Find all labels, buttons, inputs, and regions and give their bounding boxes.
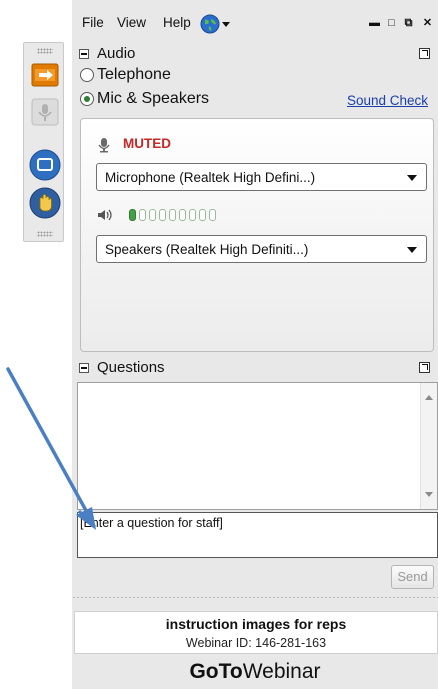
close-icon[interactable]: ✕ (421, 17, 434, 30)
speaker-icon (98, 209, 112, 221)
maximize-icon[interactable]: □ (385, 17, 398, 30)
webinar-id: Webinar ID: 146-281-163 (185, 636, 327, 650)
question-input[interactable]: [Enter a question for staff] (77, 512, 438, 558)
level-segment (149, 209, 156, 221)
audio-level-meter (129, 209, 229, 221)
chevron-down-icon[interactable] (222, 22, 230, 27)
microphone-select-value: Microphone (Realtek High Defini...) (105, 170, 316, 185)
show-my-screen-icon[interactable] (31, 61, 59, 89)
microphone-icon (98, 138, 110, 153)
muted-status: MUTED (123, 136, 171, 151)
questions-section-header[interactable]: Questions (76, 357, 438, 379)
speakers-select[interactable]: Speakers (Realtek High Definiti...) (96, 235, 427, 263)
screen-viewer-icon[interactable] (29, 149, 61, 181)
level-segment (169, 209, 176, 221)
popout-icon[interactable] (419, 362, 430, 373)
level-segment (199, 209, 206, 221)
chevron-down-icon (407, 175, 417, 181)
radio-selected-icon[interactable] (80, 92, 94, 106)
microphone-select[interactable]: Microphone (Realtek High Defini...) (96, 163, 427, 191)
questions-section-title: Questions (97, 359, 165, 376)
webinar-info: instruction images for reps Webinar ID: … (74, 611, 438, 654)
restore-icon[interactable]: ⧉ (402, 17, 415, 30)
level-segment (189, 209, 196, 221)
speakers-select-value: Speakers (Realtek High Definiti...) (105, 242, 309, 257)
minimize-icon[interactable]: ▬ (368, 17, 381, 30)
scrollbar[interactable] (420, 383, 437, 509)
level-segment (139, 209, 146, 221)
menu-help[interactable]: Help (163, 15, 191, 30)
globe-icon[interactable] (200, 14, 220, 34)
brand-go: Go (189, 660, 219, 683)
chevron-down-icon (407, 247, 417, 253)
level-segment (129, 209, 136, 221)
raise-hand-icon[interactable] (29, 187, 61, 219)
level-segment (209, 209, 216, 221)
audio-section-header[interactable]: Audio (76, 43, 438, 65)
menu-file[interactable]: File (82, 15, 104, 30)
brand-to: To (218, 660, 243, 683)
questions-log[interactable] (77, 382, 438, 510)
grab-toolbar (23, 42, 64, 242)
audio-section-title: Audio (97, 45, 136, 62)
scroll-up-icon[interactable] (425, 395, 433, 400)
audio-settings-box: MUTED Microphone (Realtek High Defini...… (80, 118, 434, 352)
collapse-icon[interactable] (79, 363, 89, 373)
grip-icon[interactable] (37, 48, 53, 54)
divider (72, 596, 438, 599)
control-panel: File View Help ▬ □ ⧉ ✕ Audio Telephone M… (72, 0, 438, 689)
menu-view[interactable]: View (117, 15, 146, 30)
radio-icon[interactable] (80, 68, 94, 82)
sound-check-link[interactable]: Sound Check (347, 93, 428, 108)
level-segment (159, 209, 166, 221)
telephone-label: Telephone (97, 66, 171, 83)
gotowebinar-logo: GoToWebinar (72, 660, 438, 684)
level-segment (179, 209, 186, 221)
menu-bar: File View Help ▬ □ ⧉ ✕ (72, 10, 438, 34)
mic-speakers-label: Mic & Speakers (97, 90, 210, 107)
microphone-icon[interactable] (31, 98, 59, 126)
popout-icon[interactable] (419, 48, 430, 59)
scroll-down-icon[interactable] (425, 492, 433, 497)
brand-product: Webinar (242, 660, 321, 683)
collapse-icon[interactable] (79, 49, 89, 59)
grip-icon[interactable] (37, 231, 53, 237)
send-button[interactable]: Send (391, 565, 434, 589)
webinar-title: instruction images for reps (165, 616, 347, 632)
